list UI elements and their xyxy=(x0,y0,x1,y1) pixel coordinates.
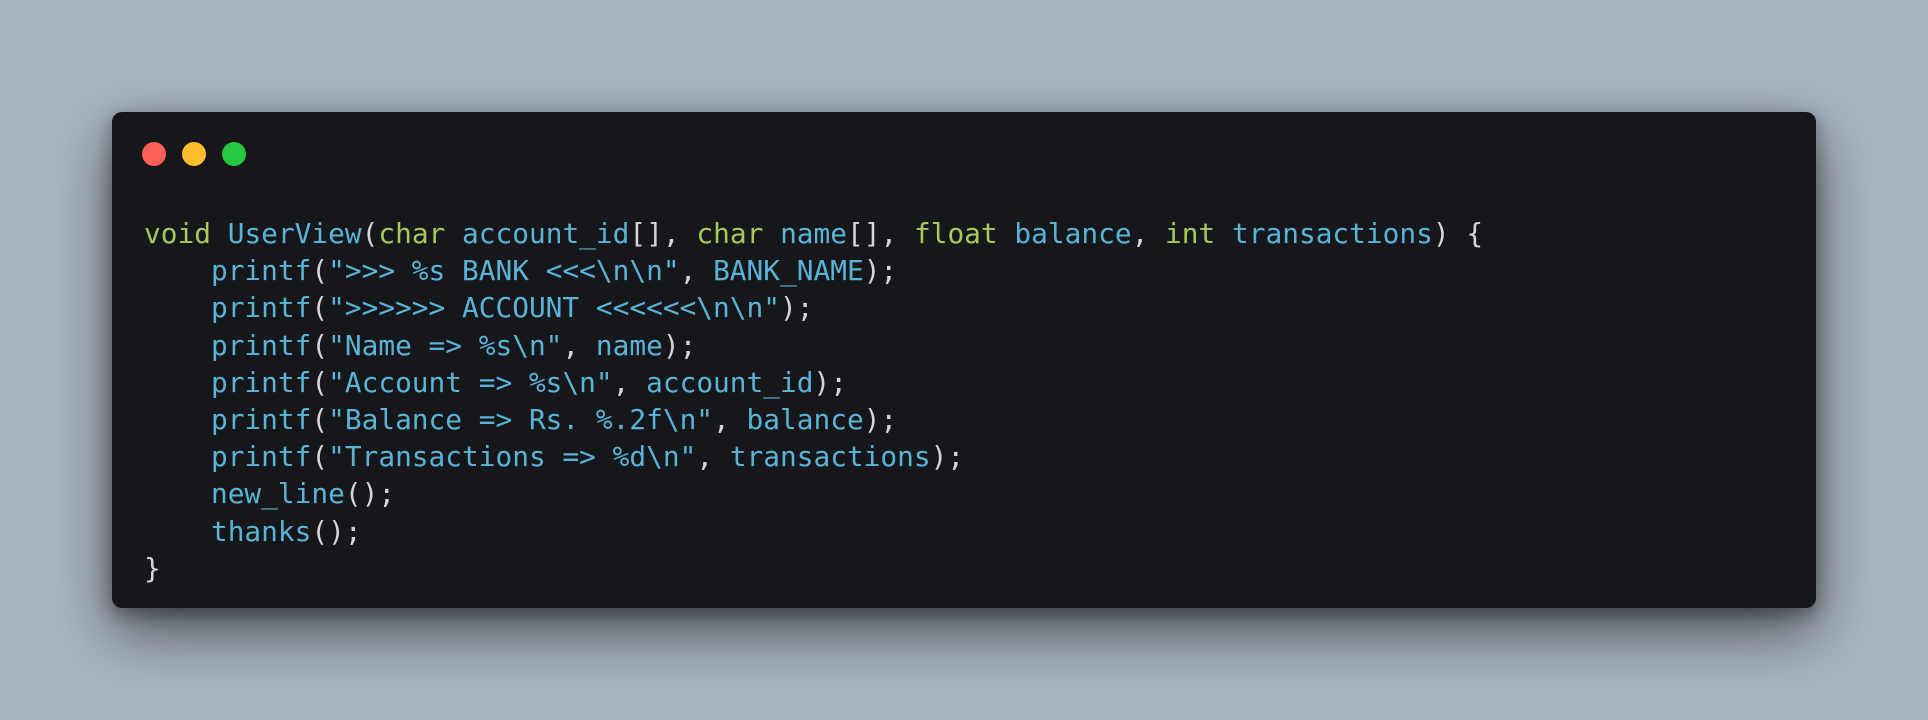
code-token: thanks xyxy=(210,514,312,548)
code-token: "Account => %s\n" xyxy=(328,365,613,399)
code-line: printf("Transactions => %d\n", transacti… xyxy=(144,438,1483,475)
minimize-dot-icon[interactable] xyxy=(182,142,206,166)
code-token: BANK_NAME xyxy=(713,254,864,288)
code-token: (); xyxy=(311,514,362,548)
code-token: ); xyxy=(662,328,697,362)
code-token: char xyxy=(696,217,764,250)
code-token: "Balance => Rs. %.2f\n" xyxy=(328,402,714,436)
code-window: void UserView(char account_id[], char na… xyxy=(112,112,1816,608)
code-token: ">>>>>> ACCOUNT <<<<<<\n\n" xyxy=(328,291,780,325)
code-token: } xyxy=(144,551,161,585)
code-token: , xyxy=(679,254,714,288)
code-token: float xyxy=(913,217,998,250)
code-token: ); xyxy=(863,254,898,288)
code-token: ) { xyxy=(1432,217,1484,250)
code-token: void xyxy=(144,217,211,250)
code-line: void UserView(char account_id[], char na… xyxy=(144,215,1483,252)
code-token: ">>> %s BANK <<<\n\n" xyxy=(328,254,680,288)
code-token: , xyxy=(696,440,730,474)
code-line: new_line(); xyxy=(144,475,1483,512)
code-token: , xyxy=(713,402,747,436)
code-token: account_id xyxy=(646,365,814,399)
code-token: printf xyxy=(210,365,312,399)
code-token: new_line xyxy=(210,477,345,511)
code-token: char xyxy=(378,217,446,250)
maximize-dot-icon[interactable] xyxy=(222,142,246,166)
code-token: balance xyxy=(746,402,864,436)
code-token: ( xyxy=(311,440,329,474)
window-controls xyxy=(142,142,246,166)
code-token: ); xyxy=(863,402,898,436)
code-line: printf("Account => %s\n", account_id); xyxy=(144,364,1483,401)
code-block: void UserView(char account_id[], char na… xyxy=(144,215,1483,587)
code-token: "Transactions => %d\n" xyxy=(328,440,697,474)
code-token: printf xyxy=(210,402,312,436)
code-token: int xyxy=(1165,217,1216,250)
code-token: , xyxy=(612,365,647,399)
code-token: ); xyxy=(930,440,965,474)
code-token: , xyxy=(1131,217,1166,250)
code-line: printf("Balance => Rs. %.2f\n", balance)… xyxy=(144,401,1483,438)
code-token: [], xyxy=(629,217,697,250)
code-line: } xyxy=(144,550,1483,587)
code-token: ( xyxy=(311,254,329,288)
code-token: ( xyxy=(311,328,329,362)
code-line: printf(">>> %s BANK <<<\n\n", BANK_NAME)… xyxy=(144,252,1483,289)
code-token: ( xyxy=(311,365,329,399)
code-token: printf xyxy=(210,254,312,288)
code-token: printf xyxy=(210,291,312,325)
code-token: transactions xyxy=(729,440,931,474)
code-token: , xyxy=(562,328,596,362)
code-token: ( xyxy=(311,291,329,325)
code-token: name xyxy=(595,328,663,362)
code-token: "Name => %s\n" xyxy=(328,328,563,362)
code-token: balance xyxy=(1014,217,1132,250)
code-token: name xyxy=(780,217,848,250)
code-token: [], xyxy=(847,217,914,250)
code-token: account_id xyxy=(462,217,630,250)
code-token: ); xyxy=(813,365,847,399)
code-token: printf xyxy=(210,440,312,474)
code-token: ( xyxy=(361,217,379,250)
code-line: thanks(); xyxy=(144,513,1483,550)
code-line: printf(">>>>>> ACCOUNT <<<<<<\n\n"); xyxy=(144,289,1483,326)
code-token: printf xyxy=(210,328,312,362)
code-token: UserView xyxy=(227,217,362,250)
code-token: ); xyxy=(779,291,814,325)
code-line: printf("Name => %s\n", name); xyxy=(144,327,1483,364)
close-dot-icon[interactable] xyxy=(142,142,166,166)
code-token: (); xyxy=(344,477,396,511)
code-token: transactions xyxy=(1232,217,1433,250)
code-token: ( xyxy=(311,402,329,436)
